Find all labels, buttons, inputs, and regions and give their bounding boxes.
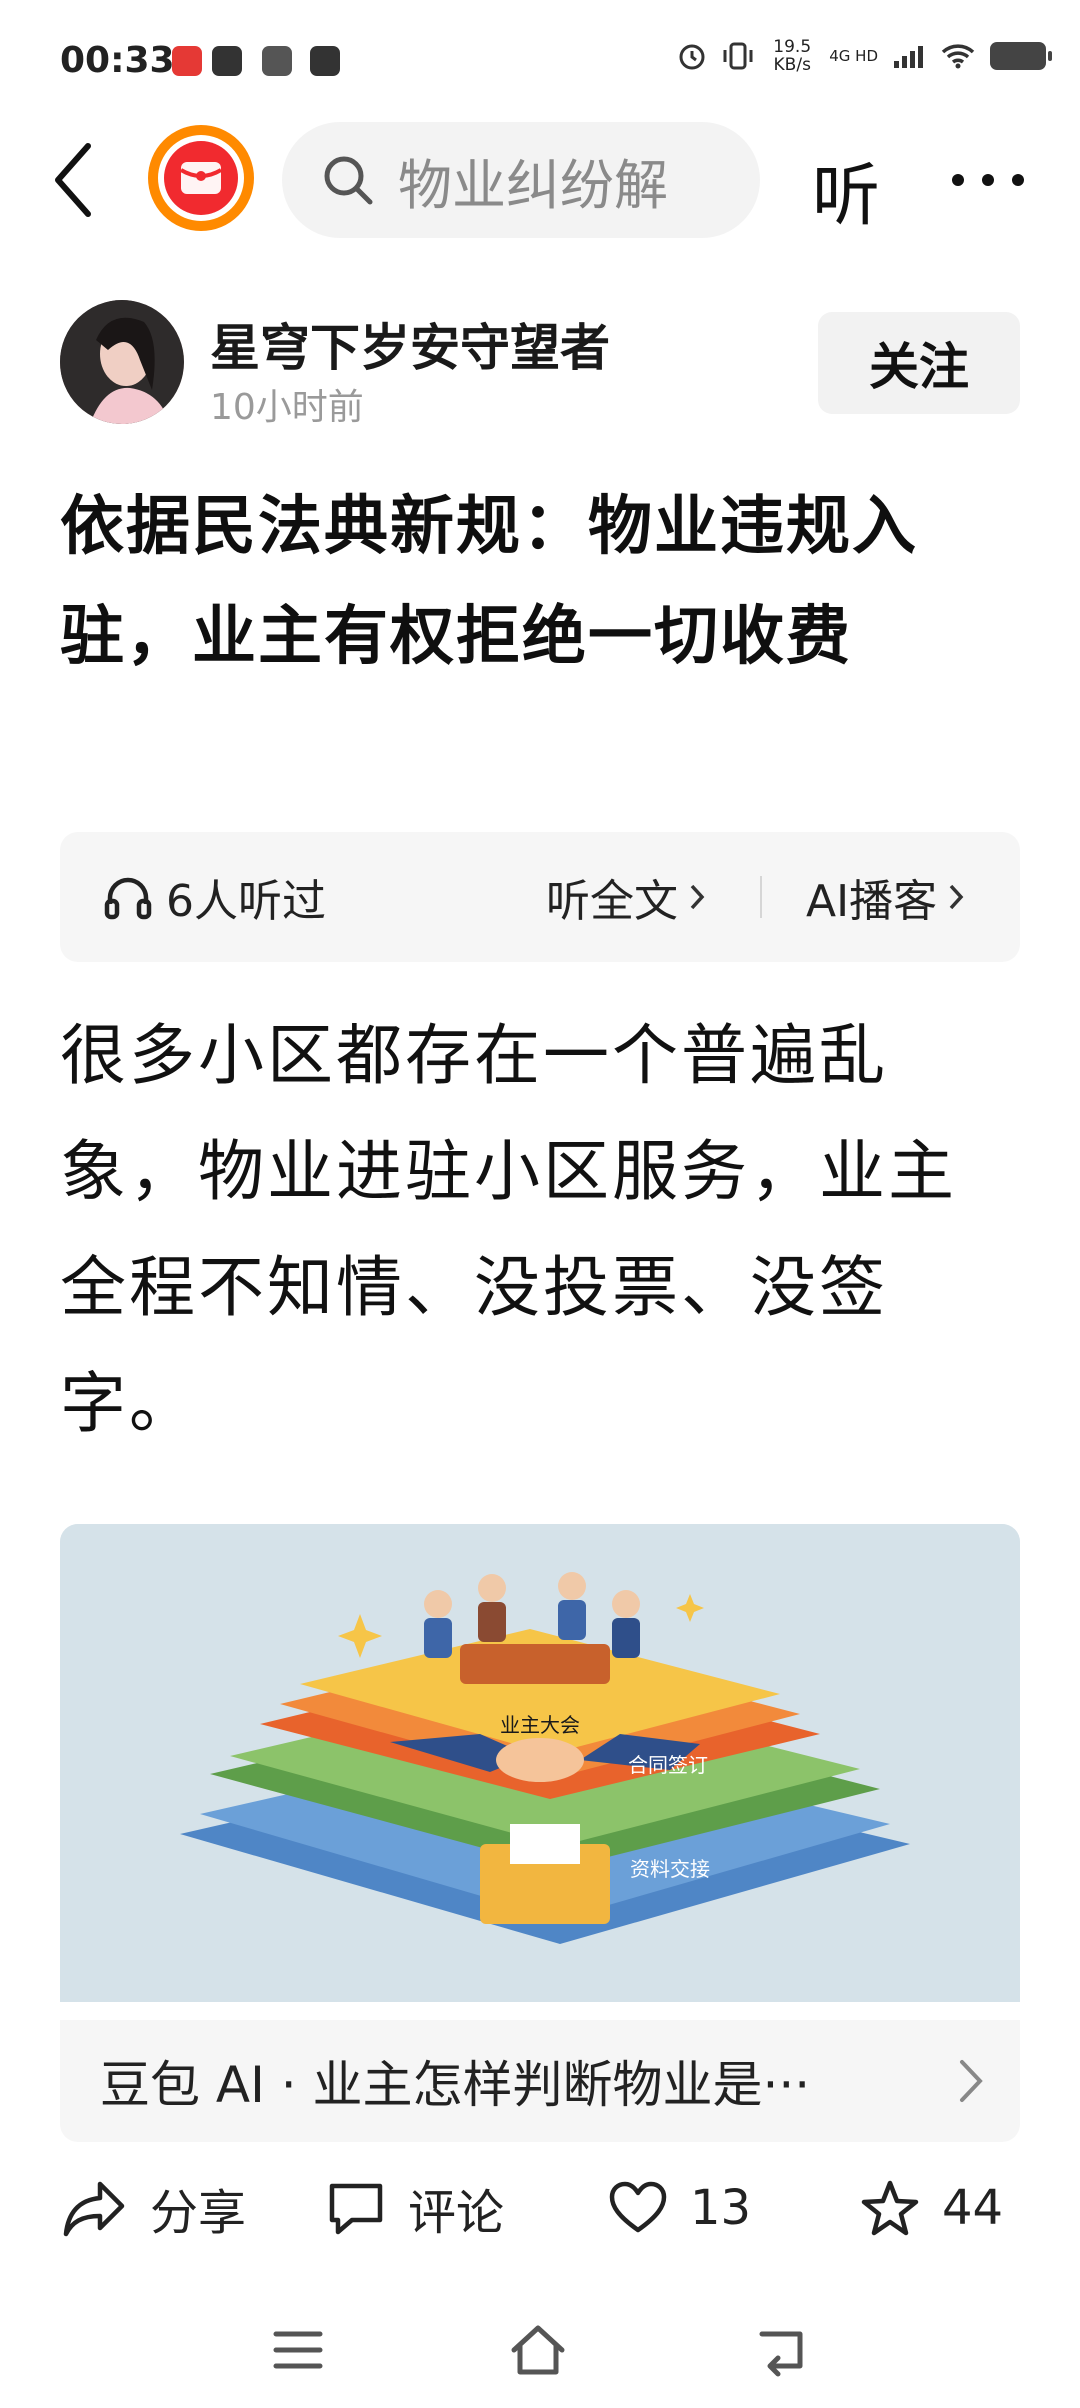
listen-full-button[interactable]: 听全文	[546, 832, 706, 962]
search-placeholder: 物业纠纷解	[398, 153, 668, 217]
search-icon	[324, 156, 373, 205]
vibrate-icon	[723, 42, 753, 70]
red-envelope-icon	[179, 162, 223, 194]
ai-podcast-button[interactable]: AI播客	[806, 832, 965, 962]
star-icon	[861, 2180, 919, 2236]
chevron-right-icon	[960, 2060, 983, 2102]
back-icon[interactable]	[50, 140, 96, 220]
post-time: 10小时前	[210, 387, 364, 428]
image-label-1: 业主大会	[500, 1714, 580, 1737]
app-logo[interactable]	[148, 125, 254, 231]
listeners-label: 6人听过	[166, 876, 326, 927]
like-count: 13	[690, 2180, 752, 2236]
tiktok-notification-icon	[212, 46, 242, 76]
avatar-portrait	[60, 300, 184, 424]
status-indicators: 19.5 KB/s 4G HD	[677, 37, 1052, 75]
heart-icon	[609, 2181, 667, 2233]
favorite-count: 44	[942, 2180, 1004, 2236]
share-button[interactable]: 分享	[62, 2168, 246, 2248]
like-button[interactable]: 13	[608, 2168, 751, 2248]
share-icon	[63, 2181, 125, 2237]
chevron-right-icon	[690, 884, 705, 910]
home-icon[interactable]	[508, 2320, 568, 2380]
article-title: 依据民法典新规：物业违规入驻，业主有权拒绝一切收费	[60, 490, 918, 674]
article-illustration: 业主大会 合同签订 资料交接	[60, 1524, 1020, 2002]
headphones-icon	[104, 877, 152, 920]
search-input[interactable]: 物业纠纷解	[282, 122, 760, 238]
image-label-2: 合同签订	[628, 1754, 708, 1777]
image-label-3: 资料交接	[630, 1858, 710, 1881]
status-time: 00:33	[60, 40, 175, 81]
audio-bar: 6人听过 听全文 AI播客	[60, 832, 1020, 962]
back-nav-icon[interactable]	[752, 2320, 812, 2380]
author-avatar[interactable]	[60, 300, 184, 424]
more-icon[interactable]	[948, 140, 1028, 220]
follow-button[interactable]: 关注	[818, 312, 1020, 414]
ai-summary-card[interactable]: 豆包 AI · 业主怎样判断物业是···	[60, 2020, 1020, 2142]
alarm-icon	[679, 44, 705, 70]
share-label: 分享	[150, 2185, 247, 2241]
ai-podcast-label: AI播客	[806, 876, 938, 927]
favorite-button[interactable]: 44	[860, 2168, 1003, 2248]
message-notification-icon	[310, 46, 340, 76]
network-type: 4G HD	[829, 47, 878, 65]
signal-icon	[894, 46, 923, 68]
chevron-right-icon	[949, 884, 964, 910]
toutiao-notification-icon	[172, 46, 202, 76]
menu-icon[interactable]	[268, 2320, 328, 2380]
author-name[interactable]: 星穹下岁安守望者	[210, 308, 610, 380]
comment-label: 评论	[408, 2185, 505, 2241]
listeners-count: 6人听过	[104, 832, 326, 962]
article-image[interactable]: 业主大会 合同签订 资料交接	[60, 1524, 1020, 2002]
divider	[760, 876, 762, 918]
network-speed: 19.5 KB/s	[773, 37, 812, 75]
listen-button[interactable]: 听	[812, 140, 880, 239]
article-body: 很多小区都存在一个普遍乱象，物业进驻小区服务，业主全程不知情、没投票、没签字。	[60, 1017, 957, 1442]
listen-full-label: 听全文	[546, 876, 678, 927]
wifi-icon	[941, 44, 975, 69]
battery-icon	[990, 42, 1052, 70]
comment-button[interactable]: 评论	[326, 2168, 504, 2248]
vivo-notification-icon	[262, 46, 292, 76]
ai-summary-text: 豆包 AI · 业主怎样判断物业是···	[100, 2056, 811, 2114]
comment-icon	[329, 2183, 383, 2235]
